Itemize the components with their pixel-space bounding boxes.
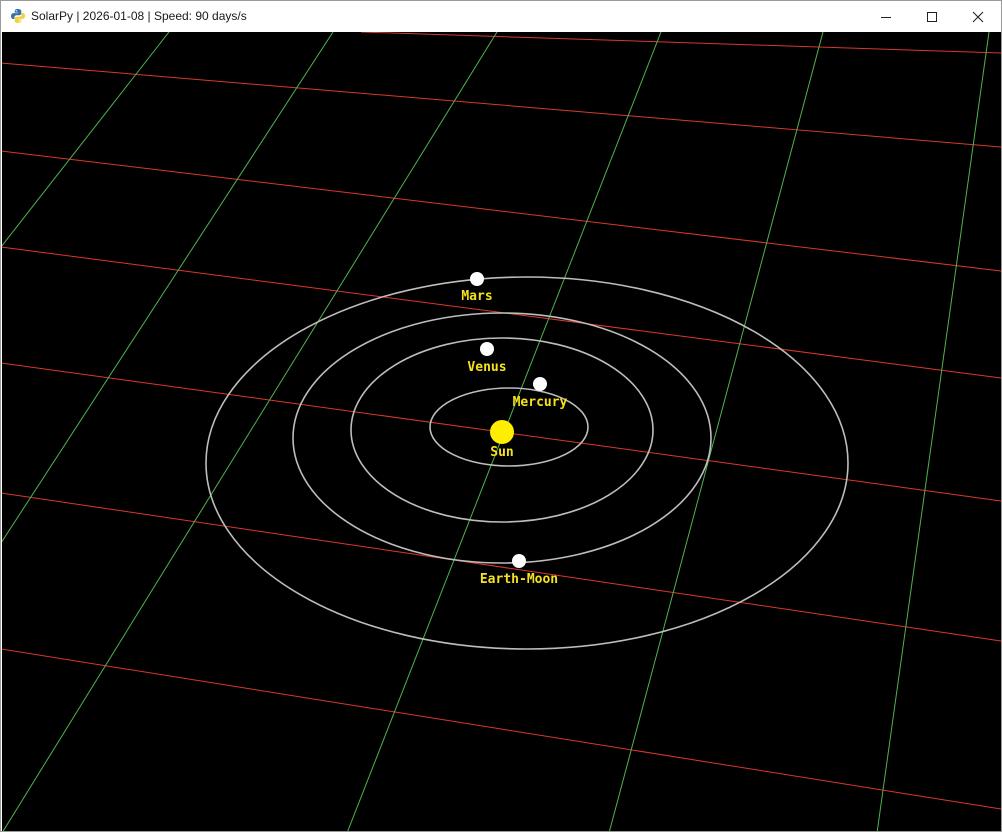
body-earth-moon[interactable]: Earth-Moon	[480, 554, 558, 587]
orbit-paths	[205, 276, 849, 650]
body-label: Mercury	[513, 395, 568, 410]
grid-x-line	[2, 492, 1001, 642]
grid-z-line	[876, 32, 990, 831]
body-label: Venus	[467, 360, 506, 375]
grid-z-line	[609, 32, 824, 831]
grid-z-line	[2, 32, 170, 247]
body-label: Sun	[490, 445, 513, 460]
body-mercury[interactable]: Mercury	[513, 377, 568, 410]
minimize-icon	[881, 16, 891, 18]
solar-system-canvas[interactable]: Sun Mercury Venus Earth-Moon Mars	[2, 32, 1001, 831]
sun-marker[interactable]	[490, 420, 514, 444]
maximize-icon	[927, 11, 937, 22]
body-venus[interactable]: Venus	[467, 342, 507, 375]
grid-x-line	[360, 32, 1001, 54]
python-snake-icon	[11, 9, 25, 23]
orbit-ellipse	[205, 276, 849, 650]
body-label: Earth-Moon	[480, 572, 558, 587]
title-bar[interactable]: SolarPy | 2026-01-08 | Speed: 90 days/s	[1, 1, 1001, 32]
body-label: Mars	[461, 289, 492, 304]
planet-marker[interactable]	[470, 272, 484, 286]
window-title: SolarPy | 2026-01-08 | Speed: 90 days/s	[31, 9, 247, 23]
app-window: SolarPy | 2026-01-08 | Speed: 90 days/s …	[0, 0, 1002, 832]
planet-marker[interactable]	[512, 554, 526, 568]
maximize-button[interactable]	[909, 1, 955, 32]
grid-x-line	[2, 648, 1001, 810]
grid-x-line	[2, 62, 1001, 148]
minimize-button[interactable]	[863, 1, 909, 32]
grid-z-line	[2, 32, 334, 543]
grid-z-line	[2, 32, 498, 831]
planet-marker[interactable]	[480, 342, 494, 356]
close-icon	[972, 11, 984, 22]
planet-marker[interactable]	[533, 377, 547, 391]
close-button[interactable]	[955, 1, 1001, 32]
grid-x-line	[2, 150, 1001, 272]
body-sun[interactable]: Sun	[490, 420, 514, 460]
render-viewport[interactable]: Sun Mercury Venus Earth-Moon Mars	[2, 32, 1001, 831]
body-mars[interactable]: Mars	[461, 272, 493, 304]
